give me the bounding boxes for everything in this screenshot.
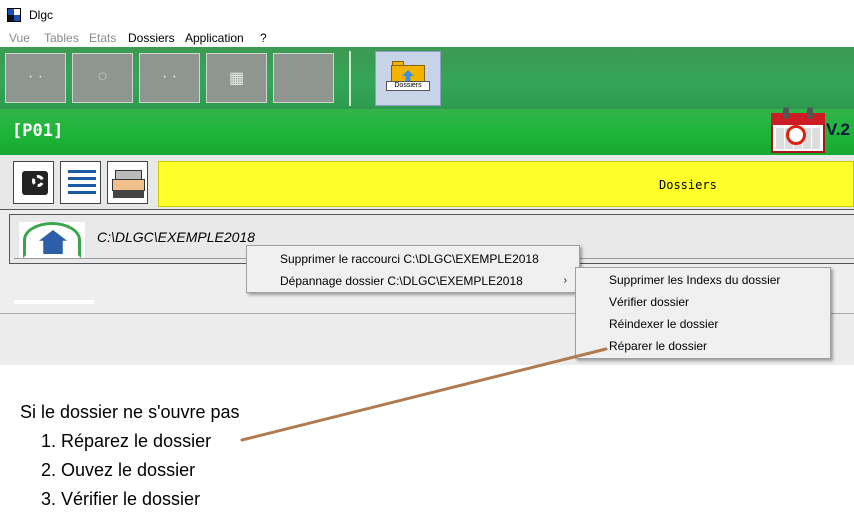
dots-icon: · · <box>27 68 44 85</box>
main-toolbar: · · ◌ · · ▦ Dossiers <box>0 47 854 109</box>
menu-application[interactable]: Application <box>185 31 244 45</box>
menu-item-label: Dépannage dossier C:\DLGC\EXEMPLE2018 <box>280 274 523 288</box>
context-menu: Supprimer le raccourci C:\DLGC\EXEMPLE20… <box>246 245 580 293</box>
dossier-path: C:\DLGC\EXEMPLE2018 <box>97 229 255 245</box>
instruction-step-3: 3. Vérifier le dossier <box>41 489 201 509</box>
menu-item-reindex[interactable]: Réindexer le dossier <box>576 313 830 335</box>
grid-icon: ▦ <box>228 70 245 87</box>
toolbar-button-1[interactable]: · · <box>5 53 66 103</box>
menu-item-label: Réindexer le dossier <box>609 317 719 331</box>
list-button[interactable] <box>60 161 101 204</box>
clock-icon: ◌ <box>97 68 108 85</box>
dossiers-button[interactable]: Dossiers <box>375 51 441 106</box>
menu-item-label: Réparer le dossier <box>609 339 708 353</box>
gear-icon <box>22 171 48 195</box>
settings-button[interactable] <box>13 161 54 204</box>
menu-item-label: Vérifier dossier <box>609 295 690 309</box>
instruction-step-1: 1. Réparez le dossier <box>41 431 212 451</box>
section-title-bar: Dossiers <box>158 161 854 207</box>
app-icon <box>7 8 21 22</box>
menu-item-repair[interactable]: Réparer le dossier <box>576 335 830 357</box>
chevron-right-icon: › <box>563 275 567 286</box>
toolbar-button-4[interactable]: ▦ <box>206 53 267 103</box>
dossiers-button-label: Dossiers <box>386 81 430 91</box>
instruction-title: Si le dossier ne s'ouvre pas <box>20 402 240 422</box>
section-title: Dossiers <box>659 178 717 192</box>
menu-dossiers[interactable]: Dossiers <box>128 31 175 45</box>
menu-item-verify[interactable]: Vérifier dossier <box>576 291 830 313</box>
version-label: V.2 <box>826 120 850 139</box>
menu-item-label: Supprimer le raccourci C:\DLGC\EXEMPLE20… <box>280 252 539 266</box>
menu-item-delete-indexes[interactable]: Supprimer les Indexs du dossier <box>576 269 830 291</box>
menu-tables[interactable]: Tables <box>44 31 79 45</box>
list-icon <box>68 170 96 196</box>
menu-bar: Vue Tables Etats Dossiers Application ? <box>0 29 854 47</box>
window-title: Dlgc <box>29 8 54 22</box>
instruction-step-2: 2. Ouvez le dossier <box>41 460 196 480</box>
company-header: [P01] <box>0 109 854 155</box>
toolbar-button-5[interactable] <box>273 53 334 103</box>
menu-item-delete-shortcut[interactable]: Supprimer le raccourci C:\DLGC\EXEMPLE20… <box>247 248 579 270</box>
toolbar-button-2[interactable]: ◌ <box>72 53 133 103</box>
no-entry-icon <box>786 125 806 145</box>
menu-item-troubleshoot[interactable]: Dépannage dossier C:\DLGC\EXEMPLE2018 › <box>247 270 579 292</box>
panel-stub <box>14 300 94 304</box>
folder-icon: Dossiers <box>386 61 430 91</box>
menu-help[interactable]: ? <box>260 31 267 45</box>
menu-etats[interactable]: Etats <box>89 31 116 45</box>
section-toolbar: Dossiers <box>0 155 854 210</box>
tray-icon <box>112 170 145 198</box>
dossier-logo <box>19 222 85 258</box>
archive-button[interactable] <box>107 161 148 204</box>
title-bar: Dlgc <box>0 0 854 29</box>
dots-icon: · · <box>161 68 178 85</box>
calendar-icon[interactable] <box>771 107 825 153</box>
company-code: [P01] <box>12 121 64 141</box>
troubleshoot-submenu: Supprimer les Indexs du dossier Vérifier… <box>575 267 831 359</box>
toolbar-button-3[interactable]: · · <box>139 53 200 103</box>
toolbar-separator <box>349 51 351 106</box>
menu-item-label: Supprimer les Indexs du dossier <box>609 273 781 287</box>
menu-vue[interactable]: Vue <box>9 31 30 45</box>
